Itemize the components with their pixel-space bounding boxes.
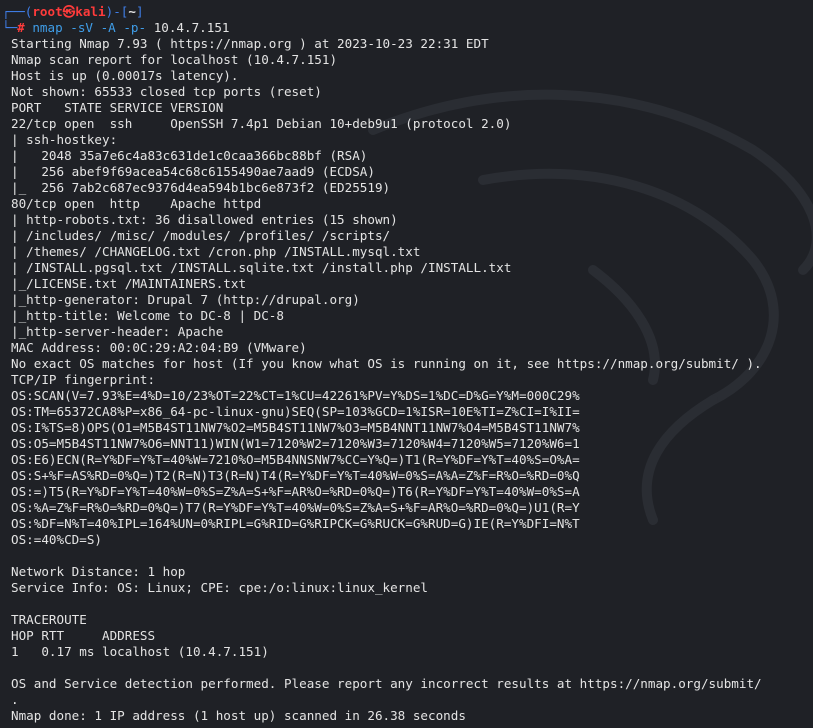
output-line: | /themes/ /CHANGELOG.txt /cron.php /INS… [11,244,429,259]
output-line: PORT STATE SERVICE VERSION [11,100,224,115]
output-line: OS:TM=65372CA8%P=x86_64-pc-linux-gnu)SEQ… [11,404,580,419]
output-line: Not shown: 65533 closed tcp ports (reset… [11,84,322,99]
terminal-window[interactable]: ┌──(root㉿kali)-[~] └─# nmap -sV -A -p- 1… [0,0,813,728]
output-line: Network Distance: 1 hop [11,564,186,579]
output-line: Nmap scan report for localhost (10.4.7.1… [11,52,338,67]
output-line: | 2048 35a7e6c4a83c631de1c0caa366bc88bf … [11,148,368,163]
prompt-command-line[interactable]: └─# nmap -sV -A -p- 10.4.7.151 [2,20,813,36]
output-line: 80/tcp open http Apache httpd [11,196,262,211]
output-line: OS and Service detection performed. Plea… [11,676,762,691]
output-line: Host is up (0.00017s latency). [11,68,239,83]
output-line: OS:%DF=N%T=40%IPL=164%UN=0%RIPL=G%RID=G%… [11,516,580,531]
output-line: MAC Address: 00:0C:29:A2:04:B9 (VMware) [11,340,307,355]
output-line: Starting Nmap 7.93 ( https://nmap.org ) … [11,36,489,51]
command-output: Starting Nmap 7.93 ( https://nmap.org ) … [11,36,813,724]
output-line: |_ 256 7ab2c687ec9376d4ea594b1bc6e873f2 … [11,180,391,195]
output-line: HOP RTT ADDRESS [11,628,156,643]
command-name: nmap [32,20,63,35]
output-line: OS:S+%F=AS%RD=0%Q=)T2(R=N)T3(R=N)T4(R=Y%… [11,468,580,483]
command-args: -sV -A -p- [62,20,154,35]
output-line: Nmap done: 1 IP address (1 host up) scan… [11,708,466,723]
output-line: No exact OS matches for host (If you kno… [11,356,762,371]
command-target: 10.4.7.151 [153,20,230,35]
output-line: | /INSTALL.pgsql.txt /INSTALL.sqlite.txt… [11,260,519,275]
output-line: |_http-server-header: Apache [11,324,224,339]
output-line: | http-robots.txt: 36 disallowed entries… [11,212,398,227]
output-line: 22/tcp open ssh OpenSSH 7.4p1 Debian 10+… [11,116,512,131]
output-line: OS:E6)ECN(R=Y%DF=Y%T=40%W=7210%O=M5B4NNS… [11,452,580,467]
output-line: |_http-title: Welcome to DC-8 | DC-8 [11,308,284,323]
output-line: OS:I%TS=8)OPS(O1=M5B4ST11NW7%O2=M5B4ST11… [11,420,580,435]
output-line: OS:=)T5(R=Y%DF=Y%T=40%W=0%S=Z%A=S+%F=AR%… [11,484,580,499]
prompt-hash: # [17,20,33,35]
prompt-user-host: root㉿kali [32,4,106,19]
output-line: |_/LICENSE.txt /MAINTAINERS.txt [11,276,247,291]
output-line: | /includes/ /misc/ /modules/ /profiles/… [11,228,398,243]
output-line: Service Info: OS: Linux; CPE: cpe:/o:lin… [11,580,429,595]
output-line: OS:SCAN(V=7.93%E=4%D=10/23%OT=22%CT=1%CU… [11,388,580,403]
prompt-directory: ~ [128,4,136,19]
output-line: 1 0.17 ms localhost (10.4.7.151) [11,644,269,659]
output-line: OS:%A=Z%F=R%O=%RD=0%Q=)T7(R=Y%DF=Y%T=40%… [11,500,580,515]
output-line: | 256 abef9f69acea54c68c6155490ae7aad9 (… [11,164,375,179]
output-line: |_http-generator: Drupal 7 (http://drupa… [11,292,360,307]
output-line: . [11,692,19,707]
output-line: TRACEROUTE [11,612,87,627]
output-line: OS:=40%CD=S) [11,532,102,547]
output-line: OS:O5=M5B4ST11NW7%O6=NNT11)WIN(W1=7120%W… [11,436,580,451]
terminal-output[interactable]: ┌──(root㉿kali)-[~] └─# nmap -sV -A -p- 1… [2,4,813,724]
prompt-header: ┌──(root㉿kali)-[~] [2,4,144,19]
output-line: | ssh-hostkey: [11,132,125,147]
output-line: TCP/IP fingerprint: [11,372,156,387]
